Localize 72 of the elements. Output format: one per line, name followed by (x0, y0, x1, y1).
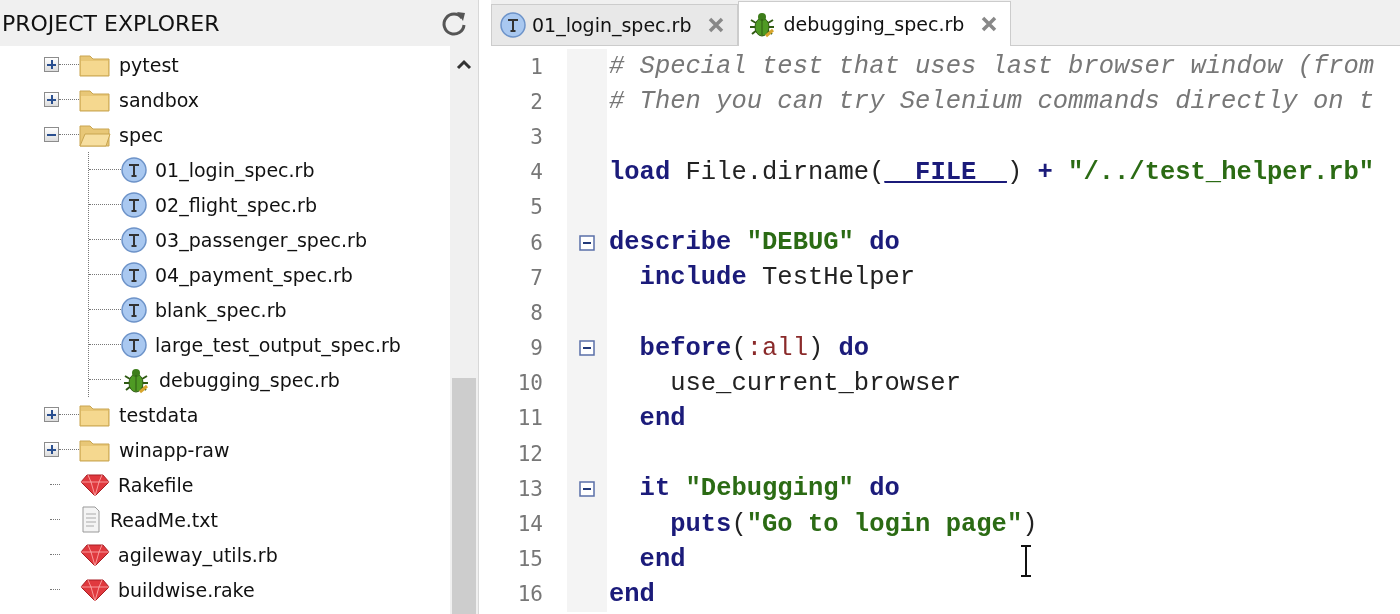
code-line: # Then you can try Selenium commands directly on t (608, 87, 1375, 117)
line-number: 3 (529, 124, 543, 149)
tree-item[interactable]: Rakefile (118, 473, 194, 496)
tree-item[interactable]: large_test_output_spec.rb (155, 333, 401, 356)
code-line: end (638, 403, 686, 433)
gem-icon (80, 577, 110, 602)
line-number: 7 (529, 265, 543, 290)
tree-item[interactable]: spec (119, 123, 164, 146)
text-cursor-icon (1019, 545, 1033, 577)
fold-toggle-icon[interactable] (579, 340, 595, 357)
fold-toggle-icon[interactable] (579, 480, 595, 497)
tree-item[interactable]: sandbox (119, 88, 199, 111)
close-icon[interactable] (980, 15, 999, 33)
scroll-up-icon[interactable] (456, 58, 472, 70)
t-circle-icon (500, 12, 526, 38)
panel-title: PROJECT EXPLORER (2, 10, 220, 36)
code-line: describe "DEBUG" do (608, 228, 900, 258)
line-number: 9 (529, 336, 543, 361)
tree-item[interactable]: blank_spec.rb (155, 298, 287, 321)
collapse-toggle[interactable] (44, 127, 59, 142)
tree-item[interactable]: 01_login_spec.rb (155, 158, 315, 181)
line-number: 4 (529, 160, 543, 185)
line-number: 2 (529, 89, 543, 114)
t-circle-icon (121, 226, 147, 253)
code-line: # Special test that uses last browser window (from (608, 52, 1375, 82)
line-number: 1 (529, 54, 543, 79)
t-circle-icon (121, 156, 147, 183)
code-line: end (638, 544, 686, 574)
line-number: 5 (529, 195, 543, 220)
line-number: 14 (516, 512, 543, 537)
code-line: puts("Go to login page") (669, 509, 1038, 539)
tree-item[interactable]: ReadMe.txt (110, 508, 218, 531)
t-circle-icon (121, 296, 147, 323)
tree-item[interactable]: testdata (119, 403, 199, 426)
tree-item[interactable]: agileway_utils.rb (118, 543, 278, 566)
expand-toggle[interactable] (44, 442, 59, 457)
code-line: load File.dirname(__FILE__) + "/../test_helper.rb" (608, 157, 1375, 187)
refresh-icon[interactable] (440, 9, 468, 37)
t-circle-icon (121, 331, 147, 358)
line-number: 6 (529, 230, 543, 255)
line-number: 8 (529, 300, 543, 325)
text-file-icon (80, 505, 102, 534)
t-circle-icon (121, 261, 147, 288)
editor-tab[interactable]: debugging_spec.rb (738, 1, 1012, 46)
close-icon[interactable] (707, 16, 726, 34)
fold-toggle-icon[interactable] (579, 234, 595, 251)
expand-toggle[interactable] (44, 57, 59, 72)
code-line: before(:all) do (638, 333, 870, 363)
tree-item[interactable]: 03_passenger_spec.rb (155, 228, 367, 251)
line-number: 10 (516, 371, 543, 396)
editor-tab[interactable]: 01_login_spec.rb (491, 4, 739, 45)
code-line: use_current_browser (669, 368, 961, 398)
expand-toggle[interactable] (44, 407, 59, 422)
code-line: include TestHelper (638, 263, 916, 293)
tree-item[interactable]: debugging_spec.rb (159, 368, 340, 391)
t-circle-icon (121, 191, 147, 218)
line-number: 13 (516, 476, 543, 501)
line-number: 11 (516, 406, 543, 431)
scrollbar-thumb[interactable] (452, 378, 476, 614)
tree-item[interactable]: pytest (119, 53, 179, 76)
code-line: end (608, 579, 655, 609)
line-number: 16 (516, 582, 543, 607)
tree-item[interactable]: 02_flight_spec.rb (155, 193, 317, 216)
gem-icon (80, 472, 110, 497)
tree-item[interactable]: winapp-raw (119, 438, 230, 461)
code-line: it "Debugging" do (638, 474, 900, 504)
gem-icon (80, 542, 110, 567)
line-number: 12 (516, 441, 543, 466)
expand-toggle[interactable] (44, 92, 59, 107)
tree-item[interactable]: 04_payment_spec.rb (155, 263, 353, 286)
line-number: 15 (516, 547, 543, 572)
tree-item[interactable]: buildwise.rake (118, 578, 255, 601)
